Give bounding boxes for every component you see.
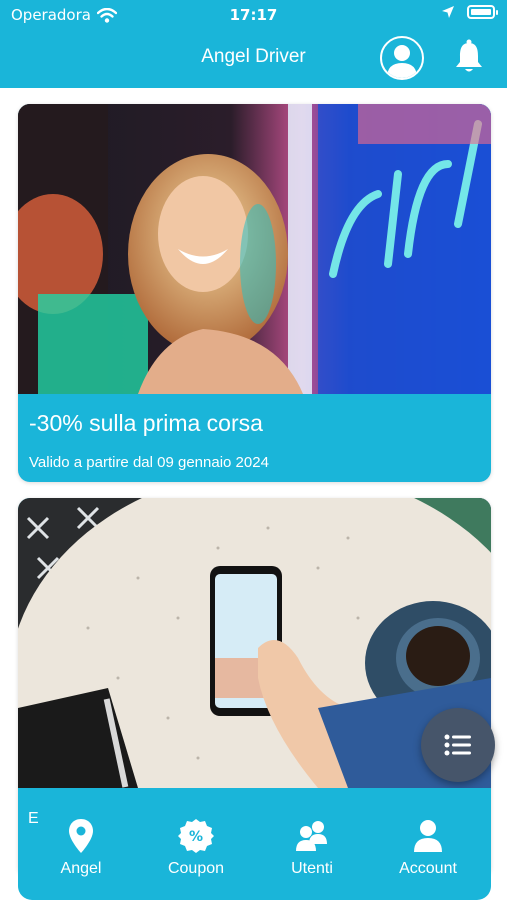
profile-button[interactable]	[380, 36, 424, 80]
tab-label: Account	[399, 860, 457, 877]
battery-icon	[467, 5, 498, 19]
account-icon	[414, 820, 442, 852]
user-avatar-icon	[387, 45, 417, 78]
bottom-tab-bar: E Angel % Coupon Utenti Account	[18, 788, 491, 900]
list-menu-button[interactable]	[421, 708, 495, 782]
offer-title: -30% sulla prima corsa	[29, 410, 263, 436]
tab-label: Utenti	[291, 860, 333, 877]
tab-label: Angel	[60, 860, 102, 877]
status-bar: Operadora 17:17	[0, 0, 507, 30]
bell-icon	[456, 39, 482, 72]
users-icon	[296, 821, 327, 851]
tab-coupon[interactable]: % Coupon	[141, 818, 251, 888]
offer-validity: Valido a partire dal 09 gennaio 2024	[29, 454, 269, 471]
tab-angel[interactable]: Angel	[26, 818, 136, 888]
offers-list: -30% sulla prima corsa Valido a partire …	[0, 88, 507, 900]
page-title: Angel Driver	[201, 46, 306, 67]
clock: 17:17	[229, 6, 278, 24]
map-pin-icon	[69, 819, 93, 853]
tab-utenti[interactable]: Utenti	[257, 818, 367, 888]
list-menu-icon	[444, 734, 471, 756]
offer-info: -30% sulla prima corsa Valido a partire …	[18, 394, 491, 482]
status-indicators	[441, 5, 498, 19]
svg-text:%: %	[189, 829, 203, 845]
woman-laughing-neon-lights-photo	[18, 104, 491, 394]
notifications-button[interactable]	[454, 39, 484, 75]
offer-card[interactable]: -30% sulla prima corsa Valido a partire …	[18, 104, 491, 482]
tab-account[interactable]: Account	[373, 818, 483, 888]
tab-label: Coupon	[167, 860, 225, 877]
app-header: Operadora 17:17 Angel Driver	[0, 0, 507, 88]
location-arrow-icon	[442, 6, 454, 18]
percent-badge-icon: %	[178, 819, 214, 853]
